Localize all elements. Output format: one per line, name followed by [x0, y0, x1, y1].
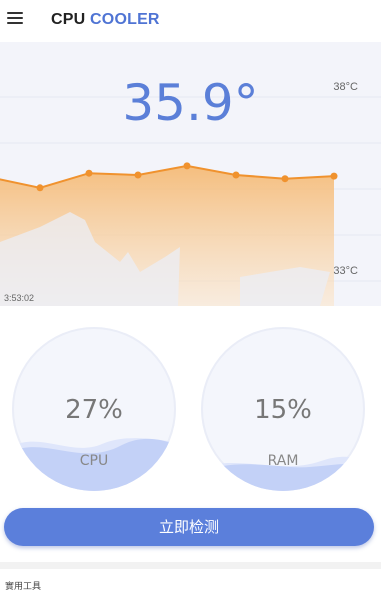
- temperature-point: [183, 162, 191, 170]
- temperature-point: [36, 184, 44, 192]
- temperature-point: [281, 175, 289, 183]
- app-title-cooler: COOLER: [90, 11, 160, 28]
- temperature-point: [232, 171, 240, 179]
- max-temp-label: 38°C: [333, 81, 358, 93]
- min-temp-label: 33°C: [333, 265, 358, 277]
- ram-label: RAM: [267, 453, 299, 469]
- temperature-panel: 35.9° 38°C 33°C 3:53:02: [0, 42, 381, 306]
- cpu-percent: 27%: [65, 395, 123, 425]
- current-temperature: 35.9°: [122, 74, 259, 132]
- detect-now-button[interactable]: 立即检测: [4, 508, 374, 546]
- menu-icon[interactable]: [7, 12, 23, 26]
- ram-percent: 15%: [254, 395, 312, 425]
- cpu-gauge: 27% CPU: [12, 327, 176, 491]
- ram-gauge: 15% RAM: [201, 327, 365, 491]
- section-divider: [0, 562, 381, 569]
- app-title-cpu: CPU: [51, 11, 86, 28]
- cpu-label: CPU: [79, 453, 109, 469]
- time-label: 3:53:02: [4, 293, 35, 303]
- app-bar: CPU COOLER: [0, 0, 381, 42]
- tools-section-title: 實用工具: [5, 582, 42, 592]
- temperature-point: [330, 172, 338, 180]
- app-title: CPU COOLER: [51, 11, 160, 29]
- temperature-point: [85, 169, 93, 177]
- temperature-point: [134, 171, 142, 179]
